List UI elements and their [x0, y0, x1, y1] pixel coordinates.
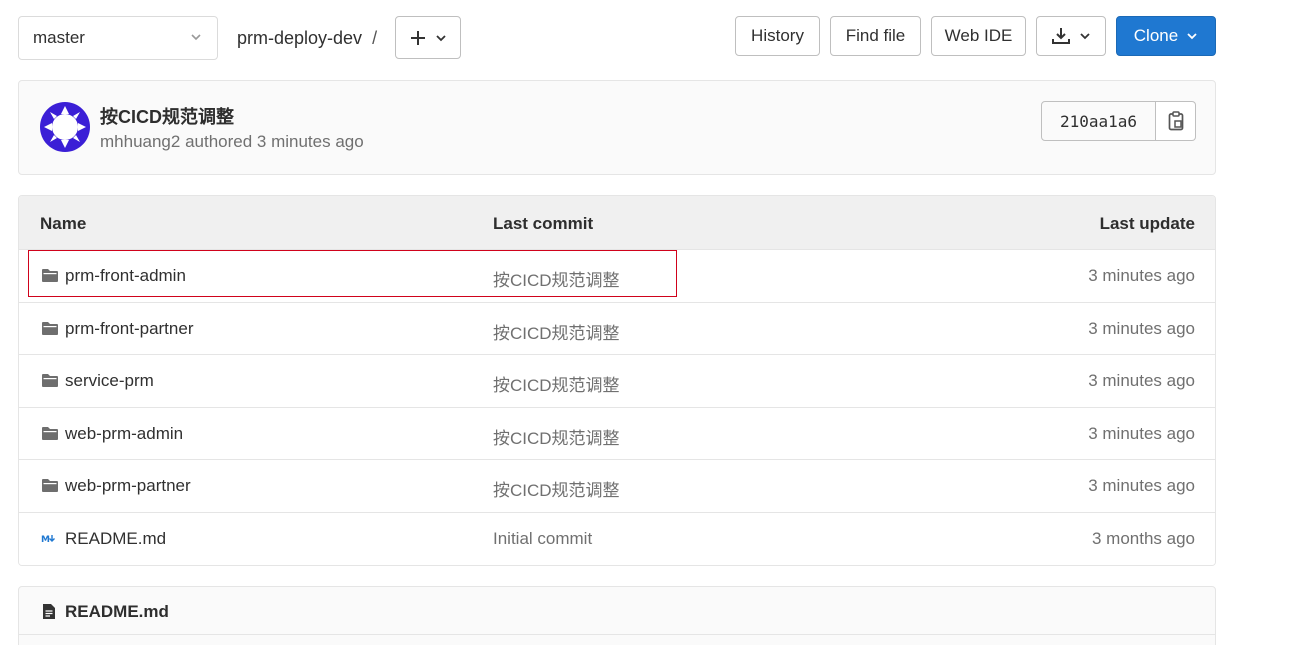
history-button[interactable]: History: [735, 16, 820, 56]
plus-icon: [411, 30, 425, 45]
commit-message[interactable]: 按CICD规范调整: [493, 371, 620, 396]
file-name[interactable]: prm-front-admin: [65, 266, 186, 286]
commit-title[interactable]: 按CICD规范调整: [100, 103, 234, 129]
file-name[interactable]: README.md: [65, 529, 166, 549]
clone-label: Clone: [1133, 26, 1179, 45]
last-update: 3 minutes ago: [1088, 476, 1195, 495]
last-update: 3 minutes ago: [1088, 318, 1195, 338]
avatar[interactable]: [40, 102, 90, 152]
chevron-down-icon: [1080, 33, 1090, 40]
folder-icon: [42, 479, 58, 492]
download-icon: [1052, 28, 1070, 44]
breadcrumb-project[interactable]: prm-deploy-dev: [237, 28, 362, 49]
chevron-down-icon: [191, 34, 201, 41]
table-row[interactable]: web-prm-admin 按CICD规范调整 3 minutes ago: [19, 407, 1215, 460]
column-name-header: Name: [40, 214, 87, 233]
folder-icon: [42, 269, 58, 282]
last-commit-panel: 按CICD规范调整 mhhuang2 authored 3 minutes ag…: [18, 80, 1216, 175]
breadcrumb: prm-deploy-dev /: [237, 16, 377, 60]
clone-button[interactable]: Clone: [1116, 16, 1216, 56]
table-header: Name Last commit Last update: [19, 196, 1215, 250]
readme-header: README.md: [19, 587, 1215, 635]
table-row[interactable]: prm-front-admin 按CICD规范调整 3 minutes ago: [19, 250, 1215, 303]
readme-panel: README.md: [18, 586, 1216, 645]
commit-message[interactable]: 按CICD规范调整: [493, 266, 620, 291]
table-row[interactable]: web-prm-partner 按CICD规范调整 3 minutes ago: [19, 460, 1215, 513]
file-name[interactable]: service-prm: [65, 371, 154, 391]
download-button[interactable]: [1036, 16, 1106, 56]
commit-message[interactable]: 按CICD规范调整: [493, 319, 620, 344]
commit-sha[interactable]: 210aa1a6: [1041, 101, 1156, 141]
file-text-icon: [43, 604, 55, 619]
table-row[interactable]: prm-front-partner 按CICD规范调整 3 minutes ag…: [19, 302, 1215, 355]
folder-icon: [42, 321, 58, 335]
commit-message[interactable]: 按CICD规范调整: [493, 424, 620, 449]
table-row[interactable]: M README.md Initial commit 3 months ago: [19, 512, 1215, 565]
folder-icon: [42, 426, 58, 440]
last-update: 3 minutes ago: [1088, 423, 1195, 443]
breadcrumb-separator: /: [372, 27, 378, 48]
web-ide-button[interactable]: Web IDE: [931, 16, 1026, 56]
file-name[interactable]: web-prm-admin: [65, 424, 183, 444]
markdown-icon: M: [41, 534, 55, 545]
commit-sha-group: 210aa1a6: [1041, 101, 1196, 141]
repo-toolbar: master prm-deploy-dev / History Find fil…: [18, 16, 1216, 60]
readme-title[interactable]: README.md: [65, 602, 169, 622]
column-last-update-header: Last update: [1099, 214, 1195, 233]
chevron-down-icon: [436, 34, 446, 41]
table-row[interactable]: service-prm 按CICD规范调整 3 minutes ago: [19, 355, 1215, 408]
last-update: 3 months ago: [1091, 528, 1195, 548]
branch-select[interactable]: master: [18, 16, 218, 60]
svg-text:M: M: [41, 535, 50, 545]
find-file-button[interactable]: Find file: [830, 16, 921, 56]
last-update: 3 minutes ago: [1088, 266, 1195, 285]
add-file-dropdown[interactable]: [395, 16, 461, 59]
commit-message[interactable]: 按CICD规范调整: [493, 476, 620, 501]
chevron-down-icon: [1187, 33, 1197, 40]
commit-meta: mhhuang2 authored 3 minutes ago: [100, 132, 364, 151]
file-name[interactable]: web-prm-partner: [65, 476, 191, 496]
column-last-commit-header: Last commit: [493, 214, 594, 233]
file-name[interactable]: prm-front-partner: [65, 319, 193, 339]
last-update: 3 minutes ago: [1088, 371, 1195, 390]
folder-icon: [42, 374, 58, 387]
commit-message[interactable]: Initial commit: [493, 529, 592, 549]
copy-sha-button[interactable]: [1156, 101, 1196, 141]
clipboard-icon: [1168, 111, 1183, 131]
file-tree-table: Name Last commit Last update prm-front-a…: [18, 195, 1216, 566]
branch-label: master: [33, 28, 85, 47]
